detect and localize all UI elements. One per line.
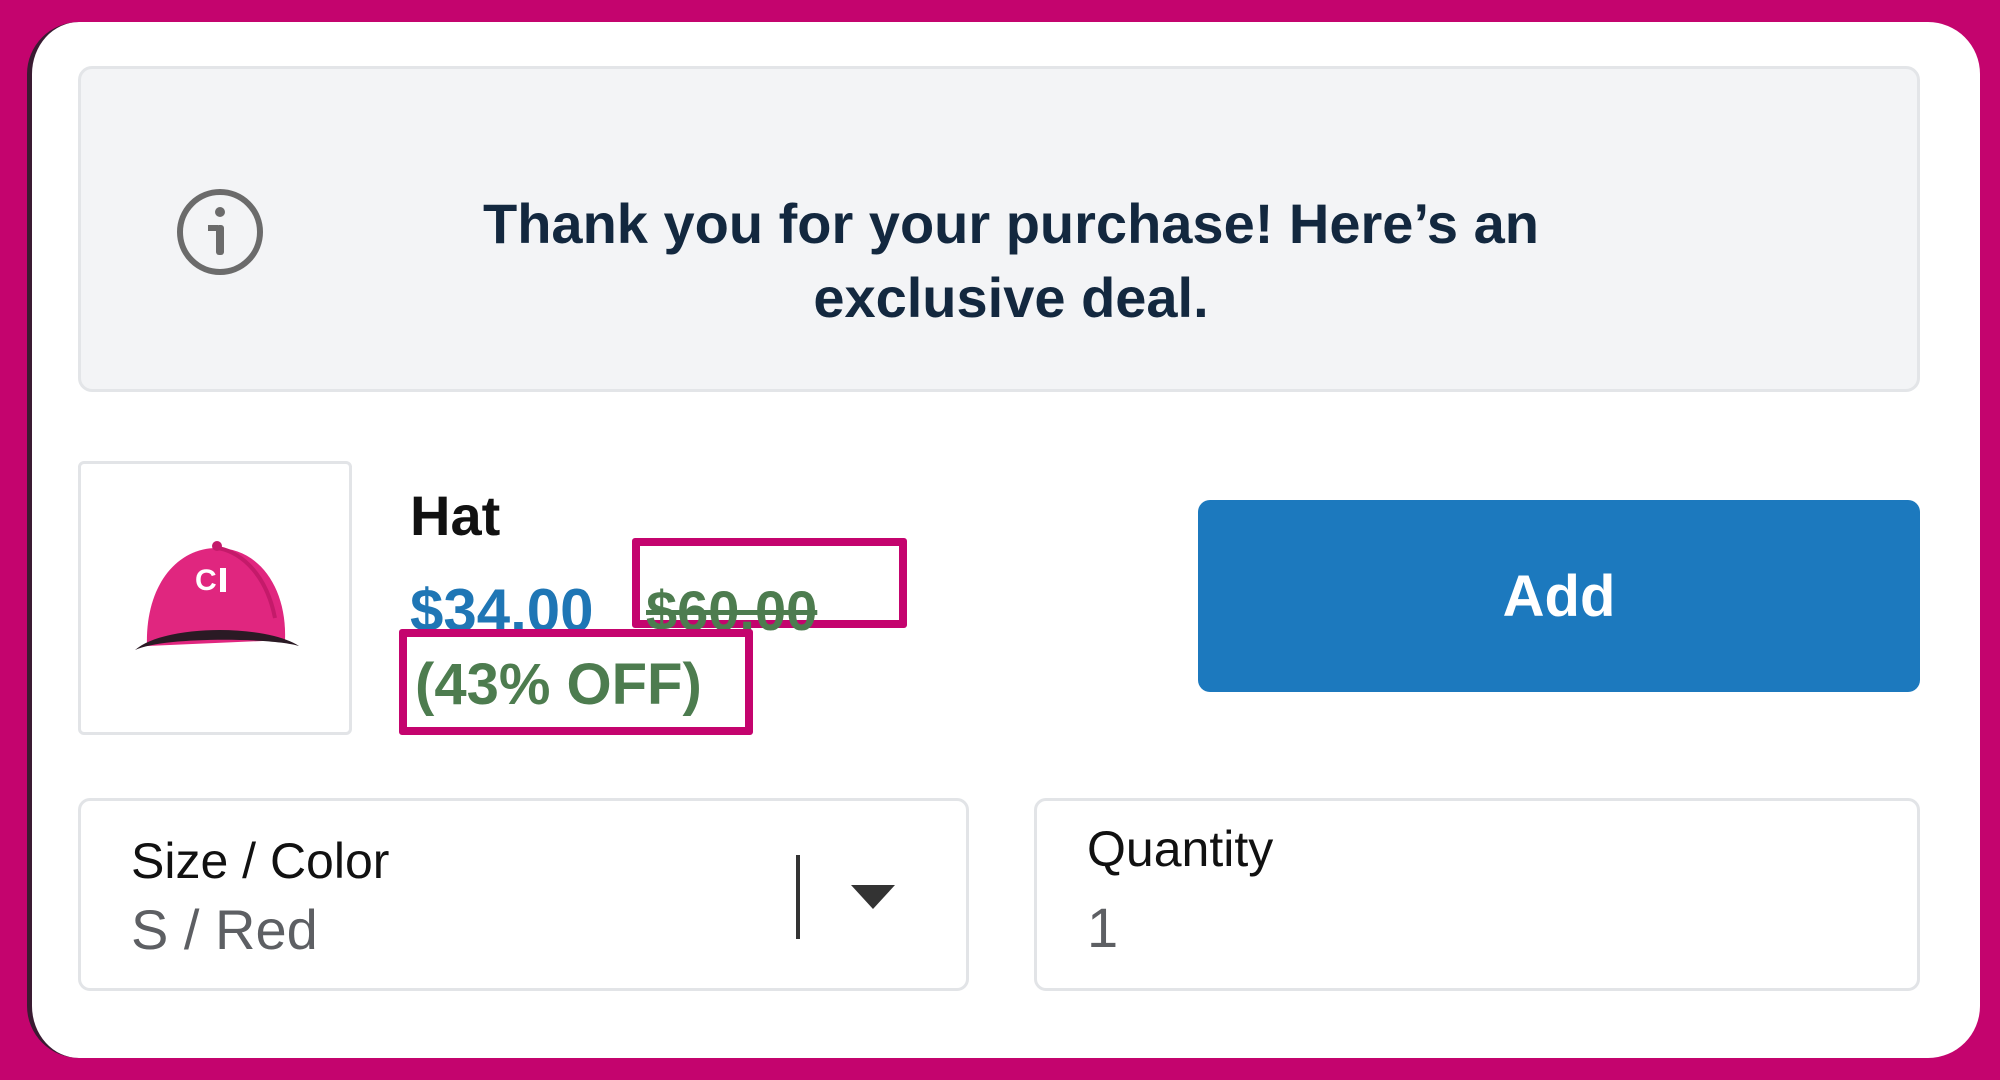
pink-cap-image: C bbox=[135, 541, 299, 650]
quantity-label: Quantity bbox=[1087, 821, 1274, 877]
banner-message: Thank you for your purchase! Here’s an e… bbox=[483, 192, 1539, 329]
quantity-value[interactable]: 1 bbox=[1087, 895, 1118, 961]
discount-badge: (43% OFF) bbox=[415, 652, 702, 717]
product-name: Hat bbox=[410, 484, 501, 547]
upsell-card: Thank you for your purchase! Here’s an e… bbox=[27, 22, 1980, 1058]
svg-text:C: C bbox=[195, 564, 217, 597]
add-button[interactable]: Add bbox=[1198, 500, 1920, 692]
size-color-value: S / Red bbox=[131, 898, 318, 961]
info-icon bbox=[177, 189, 263, 275]
thank-you-banner: Thank you for your purchase! Here’s an e… bbox=[78, 66, 1920, 392]
chevron-down-icon[interactable] bbox=[851, 885, 895, 909]
product-image: C bbox=[78, 461, 352, 735]
size-color-label: Size / Color bbox=[131, 833, 390, 889]
select-divider bbox=[796, 855, 800, 939]
size-color-select[interactable]: Size / Color S / Red bbox=[78, 798, 969, 991]
quantity-field[interactable]: Quantity 1 bbox=[1034, 798, 1920, 991]
